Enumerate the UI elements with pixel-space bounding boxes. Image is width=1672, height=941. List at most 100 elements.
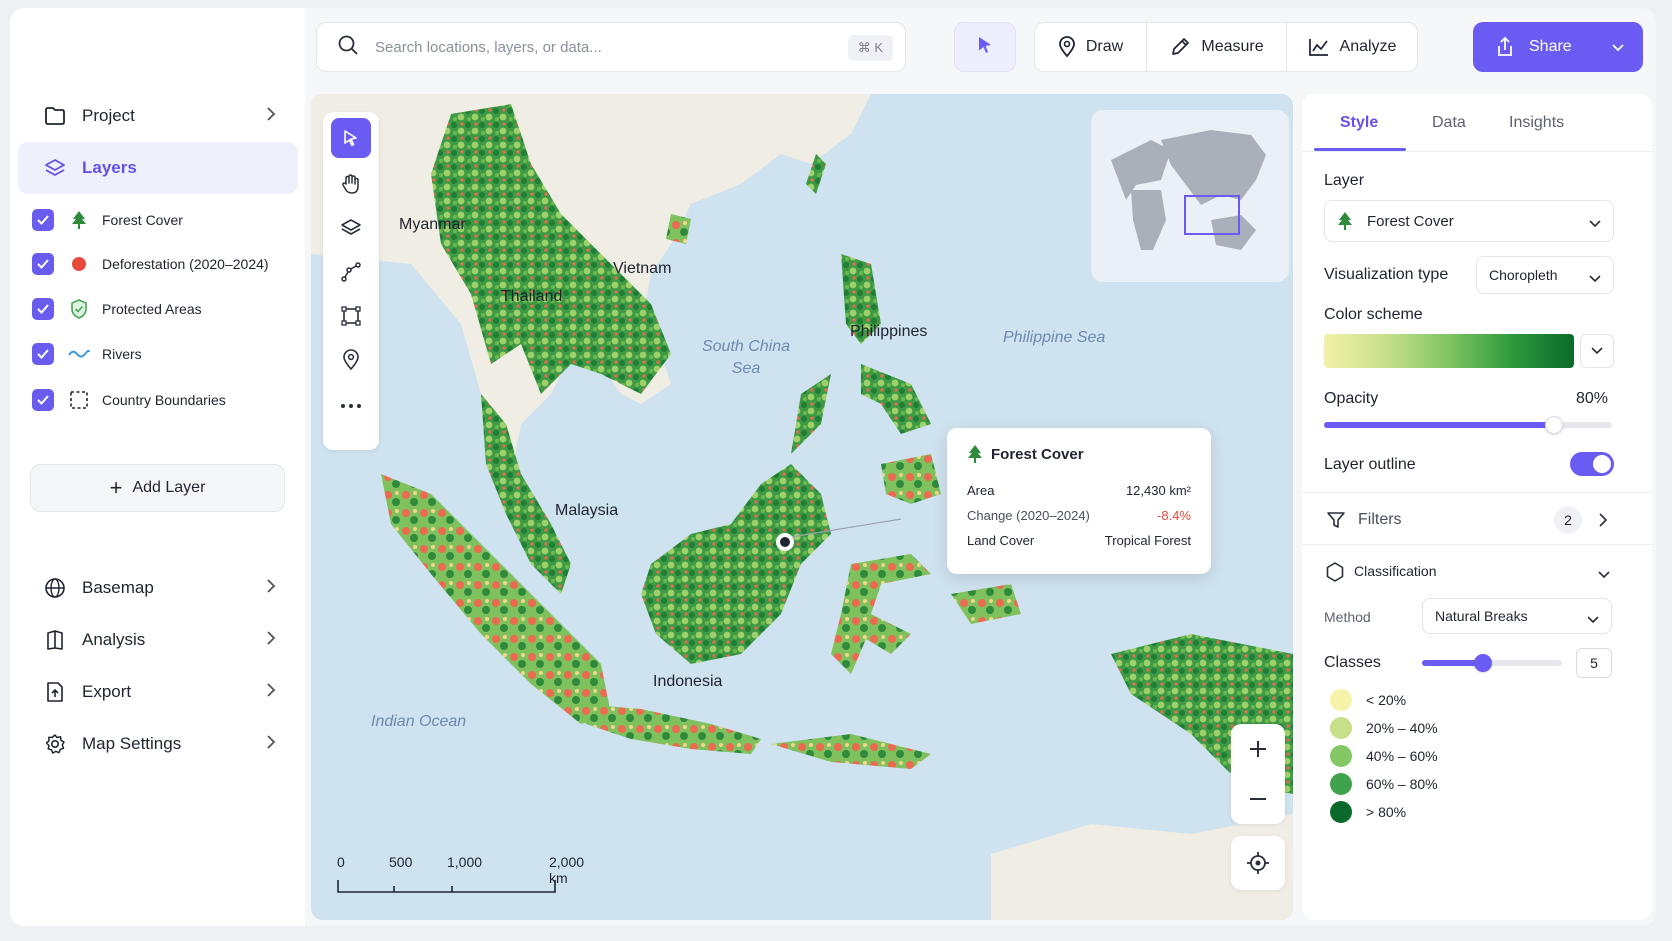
sidebar-item-layers[interactable]: Layers: [18, 142, 298, 194]
locate-me-button[interactable]: [1231, 836, 1285, 890]
checkbox[interactable]: [32, 343, 54, 365]
shield-icon: [68, 298, 90, 320]
layer-label: Country Boundaries: [102, 392, 226, 408]
sidebar-item-export[interactable]: Export: [18, 666, 298, 718]
country-label: Malaysia: [555, 502, 619, 519]
divider: [1302, 544, 1652, 545]
viz-type-select[interactable]: Choropleth: [1476, 256, 1614, 294]
filters-label[interactable]: Filters: [1358, 511, 1402, 529]
opacity-slider-handle[interactable]: [1545, 416, 1564, 434]
tab-insights[interactable]: Insights: [1509, 114, 1564, 132]
share-button[interactable]: Share: [1473, 22, 1643, 72]
viz-type-label: Visualization type: [1324, 266, 1449, 283]
pin-icon: [343, 349, 359, 371]
layer-row-deforestation[interactable]: Deforestation (2020–2024): [32, 249, 297, 279]
share-label: Share: [1529, 38, 1572, 55]
overview-minimap[interactable]: [1091, 110, 1289, 282]
chevron-down-icon[interactable]: [1598, 566, 1610, 584]
zoom-in-button[interactable]: [1231, 724, 1285, 774]
sidebar-item-project[interactable]: Project: [18, 90, 298, 142]
search-input[interactable]: Search locations, layers, or data... ⌘ K: [316, 22, 906, 72]
checkbox[interactable]: [32, 298, 54, 320]
layer-row-forest-cover[interactable]: Forest Cover: [32, 205, 297, 235]
layer-label: Protected Areas: [102, 301, 202, 317]
legend-label: 60% – 80%: [1366, 776, 1438, 792]
layers-icon: [42, 155, 68, 181]
legend-swatch: [1330, 745, 1352, 767]
sidebar-item-label: Map Settings: [82, 734, 182, 753]
chevron-down-icon: [1589, 215, 1601, 232]
select-arrow-tool[interactable]: [331, 118, 371, 158]
measure-button[interactable]: Measure: [1147, 23, 1287, 71]
analyze-button[interactable]: Analyze: [1287, 23, 1417, 71]
opacity-value: 80%: [1576, 390, 1609, 407]
layer-row-country-boundaries[interactable]: Country Boundaries: [32, 385, 297, 415]
tab-data[interactable]: Data: [1432, 114, 1466, 132]
map-tool-group: Draw Measure Analyze: [1034, 22, 1418, 72]
zoom-out-button[interactable]: [1231, 774, 1285, 824]
country-label: Myanmar: [399, 216, 466, 233]
sidebar-item-basemap[interactable]: Basemap: [18, 562, 298, 614]
active-tab-indicator: [1314, 148, 1406, 151]
classes-slider-handle[interactable]: [1474, 654, 1492, 672]
classification-label[interactable]: Classification: [1354, 563, 1436, 579]
layer-outline-label: Layer outline: [1324, 456, 1416, 473]
sidebar-item-map-settings[interactable]: Map Settings: [18, 718, 298, 770]
wave-icon: [68, 343, 90, 365]
layer-row-protected-areas[interactable]: Protected Areas: [32, 294, 297, 324]
layer-field-label: Layer: [1324, 172, 1365, 189]
chevron-right-icon[interactable]: [1599, 513, 1608, 532]
chevron-right-icon: [266, 106, 276, 127]
draw-label: Draw: [1085, 38, 1124, 55]
more-tools-button[interactable]: [331, 386, 371, 426]
scale-bar: 0 500 1,000 2,000 km: [337, 854, 597, 904]
keyboard-shortcut-badge: ⌘ K: [847, 35, 893, 61]
checkbox[interactable]: [32, 209, 54, 231]
map-canvas[interactable]: Myanmar Vietnam Thailand Philippines Mal…: [311, 94, 1293, 920]
color-scheme-ramp[interactable]: [1324, 334, 1574, 368]
scale-label: 1,000: [447, 854, 483, 870]
tree-icon: [1338, 212, 1352, 230]
legend-swatch: [1330, 717, 1352, 739]
sidebar-item-analysis[interactable]: Analysis: [18, 614, 298, 666]
method-select[interactable]: Natural Breaks: [1422, 598, 1612, 634]
legend-label: > 80%: [1366, 804, 1407, 820]
path-tool[interactable]: [331, 252, 371, 292]
marker-tool[interactable]: [331, 340, 371, 380]
checkbox[interactable]: [32, 253, 54, 275]
popup-value: 12,430 km²: [1125, 483, 1191, 498]
layer-row-rivers[interactable]: Rivers: [32, 339, 297, 369]
pencil-icon: [1172, 38, 1190, 55]
sidebar: Project Layers Forest Cover Deforestatio…: [10, 8, 305, 926]
tab-style[interactable]: Style: [1340, 114, 1378, 132]
layers-icon: [341, 219, 361, 235]
opacity-slider[interactable]: [1324, 416, 1612, 434]
checkbox[interactable]: [32, 389, 54, 411]
color-scheme-dropdown[interactable]: [1580, 334, 1614, 368]
sidebar-item-label: Export: [82, 682, 132, 701]
add-layer-button[interactable]: + Add Layer: [30, 464, 285, 512]
popup-key: Area: [967, 483, 995, 498]
add-layer-label: Add Layer: [132, 479, 206, 496]
draw-button[interactable]: Draw: [1035, 23, 1147, 71]
chevron-down-icon[interactable]: [1611, 40, 1625, 58]
country-label: Thailand: [501, 288, 563, 305]
layers-tool[interactable]: [331, 208, 371, 248]
tree-icon: [68, 209, 90, 231]
rectangle-tool[interactable]: [331, 296, 371, 336]
analyze-label: Analyze: [1339, 38, 1397, 55]
select-tool-button[interactable]: [954, 22, 1016, 72]
app-window: Project Layers Forest Cover Deforestatio…: [10, 8, 1656, 926]
pan-tool[interactable]: [331, 164, 371, 204]
hand-icon: [342, 174, 359, 194]
layer-select[interactable]: Forest Cover: [1324, 200, 1614, 242]
map-book-icon: [42, 627, 68, 653]
more-horizontal-icon: [341, 404, 361, 408]
classes-slider[interactable]: [1422, 654, 1562, 672]
popup-value-change: -8.4%: [1157, 508, 1191, 523]
sidebar-item-label: Basemap: [82, 578, 154, 597]
layer-outline-toggle[interactable]: [1570, 452, 1614, 476]
opacity-label: Opacity: [1324, 390, 1379, 407]
classes-count-input[interactable]: 5: [1576, 648, 1612, 678]
panel-tabs: Style Data Insights: [1302, 94, 1652, 152]
